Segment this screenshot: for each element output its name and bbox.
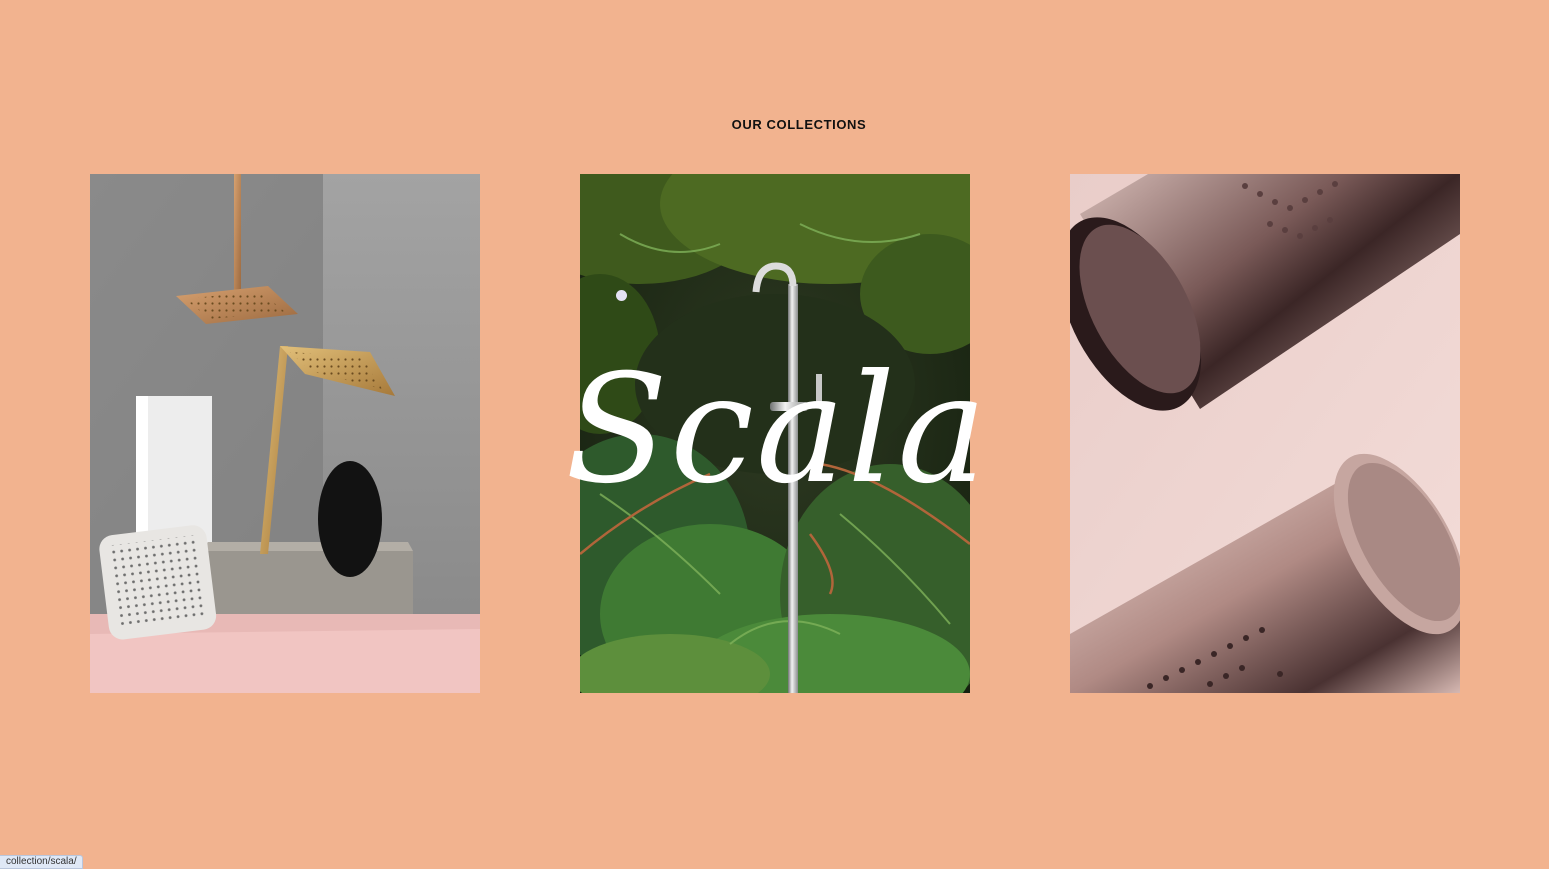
cursor-dot <box>616 290 627 301</box>
section-title: OUR COLLECTIONS <box>731 117 867 132</box>
collection-card-scala[interactable] <box>580 174 970 693</box>
collection-image-cylinders <box>1070 174 1460 693</box>
collection-card-1[interactable] <box>90 174 480 693</box>
status-bar-url: collection/scala/ <box>0 855 83 869</box>
collection-image-fern-tap <box>580 174 970 693</box>
collection-image-shower-heads <box>90 174 480 693</box>
collection-card-3[interactable] <box>1070 174 1460 693</box>
